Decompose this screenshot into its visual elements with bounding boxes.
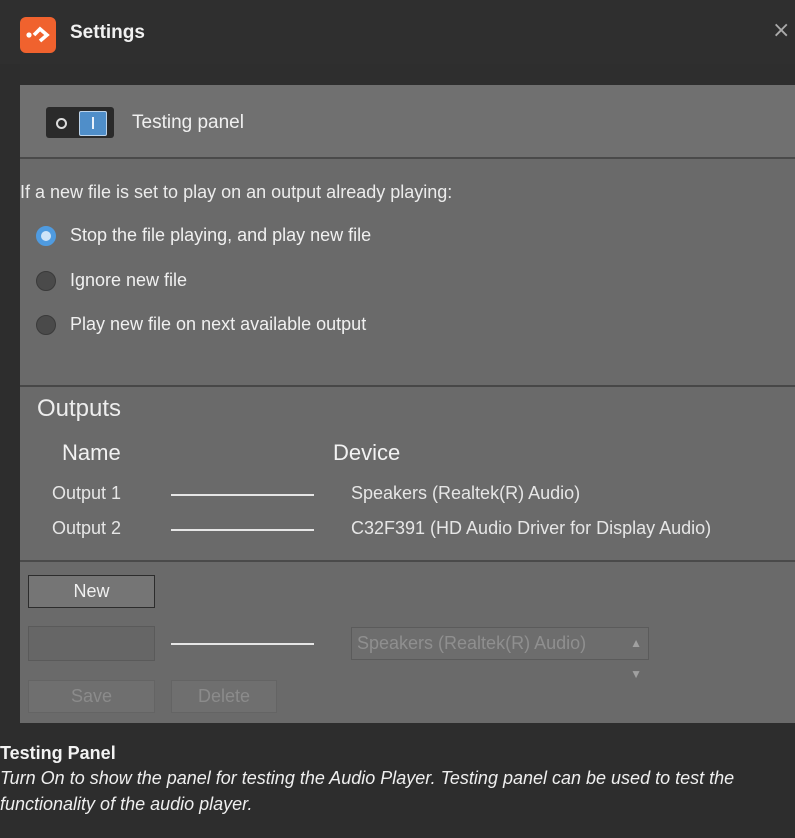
connector-line: [171, 643, 314, 645]
radio-selected-icon[interactable]: [36, 226, 56, 246]
column-header-device: Device: [333, 440, 401, 465]
radio-label: Play new file on next available output: [70, 314, 367, 334]
toggle-off-icon: [56, 118, 67, 129]
updown-arrows-icon: ▲ ▼: [630, 636, 642, 681]
playback-behavior-section: If a new file is set to play on an outpu…: [20, 159, 795, 387]
device-select[interactable]: Speakers (Realtek(R) Audio) ▲ ▼: [351, 627, 649, 681]
connector-line: [171, 494, 314, 496]
output-editor-section: New Speakers (Realtek(R) Audio) ▲ ▼ Save …: [20, 562, 795, 723]
device-select-value: Speakers (Realtek(R) Audio): [357, 633, 587, 653]
output-row[interactable]: Output 2 C32F391 (HD Audio Driver for Di…: [20, 518, 795, 542]
toggle-on-knob: [79, 111, 107, 136]
radio-label: Ignore new file: [70, 270, 188, 290]
save-button[interactable]: Save: [28, 680, 155, 713]
radio-icon[interactable]: [36, 315, 56, 335]
testing-panel-label: Testing panel: [132, 112, 244, 133]
output-name: Output 2: [52, 518, 122, 538]
app-logo-icon: [20, 17, 56, 53]
new-output-button[interactable]: New: [28, 575, 155, 608]
output-device: Speakers (Realtek(R) Audio): [351, 483, 581, 503]
help-description: Turn On to show the panel for testing th…: [0, 768, 735, 814]
title-bar: Settings ×: [0, 0, 795, 64]
help-title: Testing Panel: [0, 743, 116, 763]
radio-label: Stop the file playing, and play new file: [70, 225, 372, 245]
output-row[interactable]: Output 1 Speakers (Realtek(R) Audio): [20, 483, 795, 507]
close-icon[interactable]: ×: [772, 18, 790, 43]
outputs-heading: Outputs: [37, 395, 122, 422]
column-header-name: Name: [62, 440, 121, 465]
output-name-input[interactable]: [28, 626, 155, 661]
output-device: C32F391 (HD Audio Driver for Display Aud…: [351, 518, 712, 538]
connector-line: [171, 529, 314, 531]
outputs-section: Outputs Name Device Output 1 Speakers (R…: [20, 387, 795, 562]
delete-button[interactable]: Delete: [171, 680, 277, 713]
testing-panel-section: Testing panel: [20, 85, 795, 159]
settings-panel: Testing panel If a new file is set to pl…: [20, 85, 795, 723]
playback-question: If a new file is set to play on an outpu…: [20, 182, 453, 202]
output-name: Output 1: [52, 483, 122, 503]
testing-panel-toggle[interactable]: [46, 107, 114, 138]
radio-icon[interactable]: [36, 271, 56, 291]
window-title: Settings: [70, 22, 145, 43]
toolbar-strip: [20, 64, 795, 85]
